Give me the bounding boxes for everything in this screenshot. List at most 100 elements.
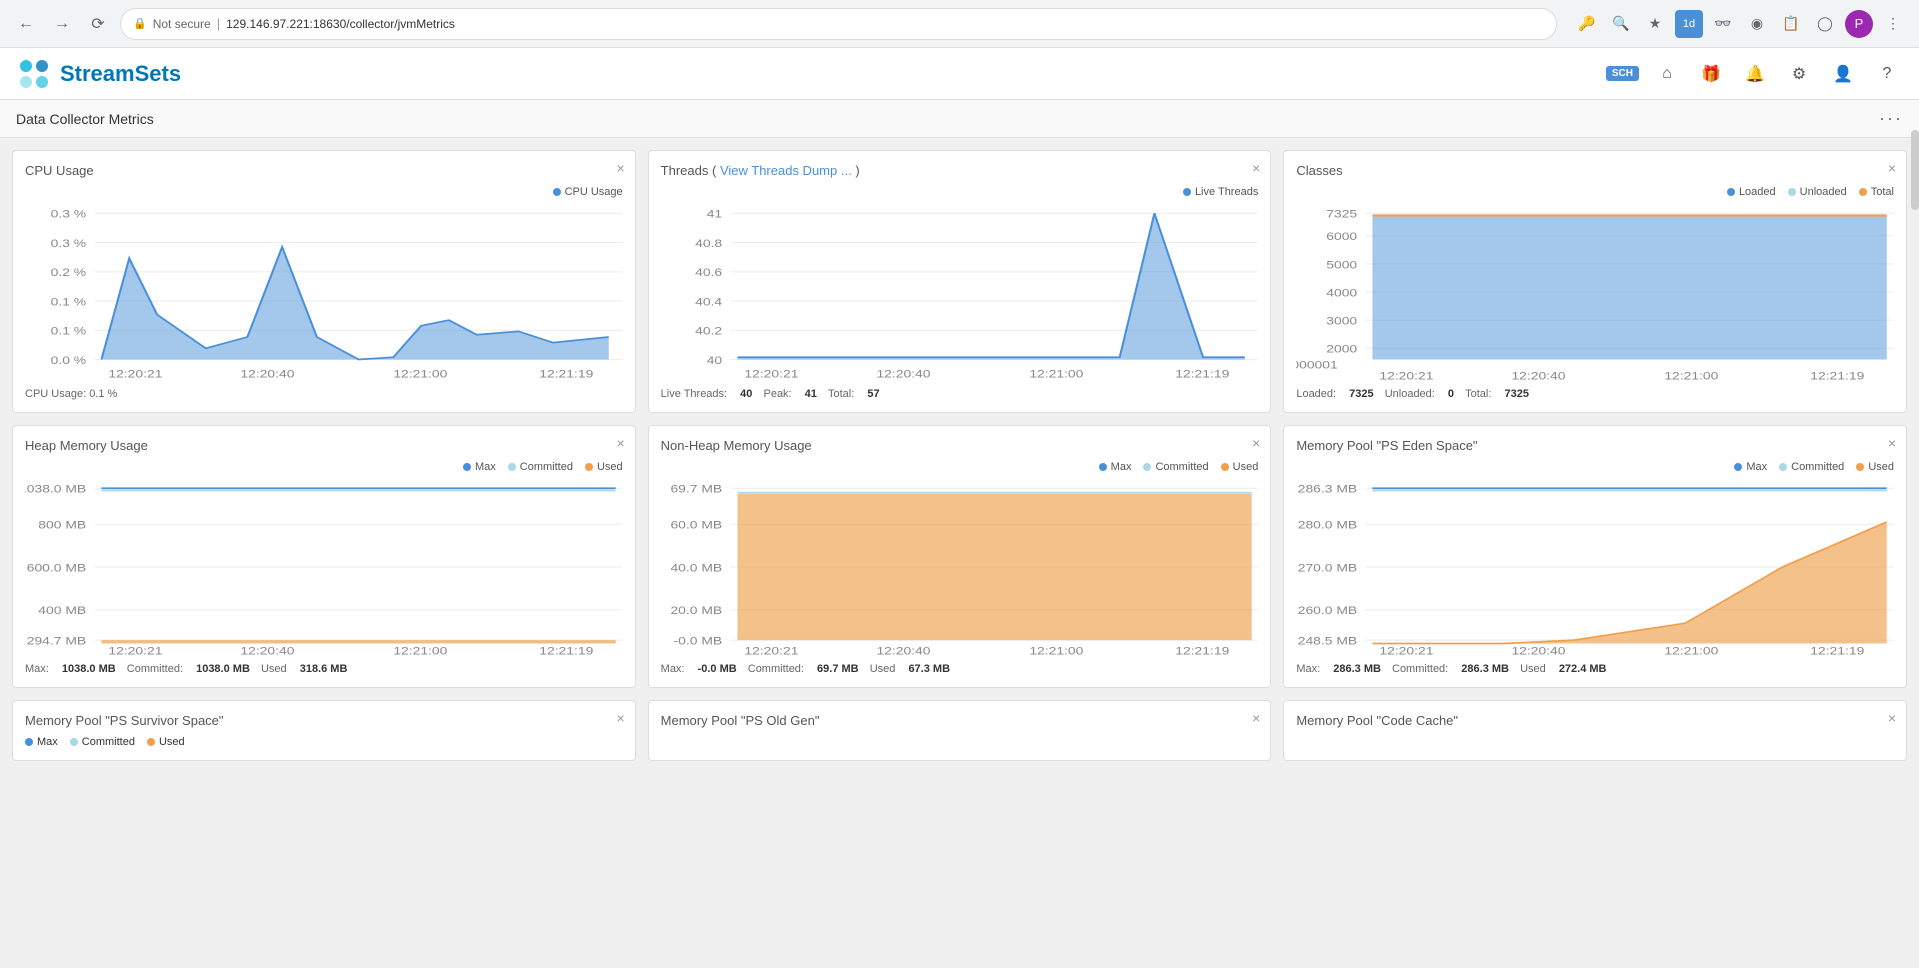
view-threads-dump-link[interactable]: View Threads Dump ...	[720, 163, 852, 178]
heap-memory-card: × Heap Memory Usage Max Committed Used	[12, 425, 636, 688]
sch-badge[interactable]: SCH	[1606, 66, 1639, 81]
svg-text:12:21:19: 12:21:19	[1175, 645, 1229, 657]
main-content: × CPU Usage CPU Usage 0.3 %	[0, 138, 1919, 968]
ps-eden-max-legend: Max	[1734, 461, 1767, 473]
svg-text:12:20:40: 12:20:40	[1512, 370, 1566, 382]
code-cache-close-button[interactable]: ×	[1888, 711, 1896, 725]
svg-text:7325: 7325	[1327, 208, 1358, 220]
classes-close-button[interactable]: ×	[1888, 161, 1896, 175]
ps-eden-max-legend-label: Max	[1746, 461, 1767, 473]
ps-survivor-used-dot	[147, 738, 155, 746]
forward-button[interactable]: →	[48, 10, 76, 38]
notes-btn[interactable]: 📋	[1777, 10, 1805, 38]
classes-total-legend: Total	[1859, 186, 1894, 198]
svg-text:2000: 2000	[1327, 343, 1358, 355]
svg-text:40.4: 40.4	[695, 296, 722, 308]
total-classes-label: Total:	[1465, 388, 1494, 400]
home-icon-btn[interactable]: ⌂	[1651, 58, 1683, 90]
heap-committed-legend: Committed	[508, 461, 573, 473]
total-legend-label: Total	[1871, 186, 1894, 198]
threads-legend-item: Live Threads	[1183, 186, 1258, 198]
svg-text:12:21:19: 12:21:19	[1175, 368, 1229, 380]
heap-used-footer-label: Used	[261, 663, 287, 675]
nonheap-max-legend: Max	[1099, 461, 1132, 473]
glasses-btn[interactable]: 👓	[1709, 10, 1737, 38]
svg-text:248.5 MB: 248.5 MB	[1298, 635, 1357, 647]
help-icon-btn[interactable]: ?	[1871, 58, 1903, 90]
refresh-button[interactable]: ⟳	[84, 10, 112, 38]
search-icon-btn[interactable]: 🔍	[1607, 10, 1635, 38]
cpu-usage-title: CPU Usage	[25, 163, 623, 178]
svg-text:0.1 %: 0.1 %	[51, 296, 87, 308]
unloaded-label: Unloaded:	[1385, 388, 1438, 400]
nonheap-used-footer-value: 67.3 MB	[908, 663, 950, 675]
svg-text:12:20:21: 12:20:21	[1380, 370, 1434, 382]
ps-eden-chart-area: 286.3 MB 280.0 MB 270.0 MB 260.0 MB 248.…	[1296, 477, 1894, 657]
nonheap-committed-legend-label: Committed	[1155, 461, 1208, 473]
nonheap-committed-legend: Committed	[1143, 461, 1208, 473]
total-threads-value: 57	[867, 388, 879, 400]
nonheap-close-button[interactable]: ×	[1252, 436, 1260, 450]
settings-icon-btn[interactable]: ⚙	[1783, 58, 1815, 90]
total-threads-label: Total:	[828, 388, 857, 400]
bell-icon-btn[interactable]: 🔔	[1739, 58, 1771, 90]
cpu-legend-item: CPU Usage	[553, 186, 623, 198]
heap-used-footer-value: 318.6 MB	[300, 663, 348, 675]
threads-chart-svg: 41 40.8 40.6 40.4 40.2 40 12:20:21 12:20…	[661, 202, 1259, 382]
heap-close-button[interactable]: ×	[616, 436, 624, 450]
ps-old-gen-close-button[interactable]: ×	[1252, 711, 1260, 725]
circle-btn[interactable]: ◯	[1811, 10, 1839, 38]
extensions-btn[interactable]: 1d	[1675, 10, 1703, 38]
ps-eden-committed-legend-label: Committed	[1791, 461, 1844, 473]
svg-text:69.7 MB: 69.7 MB	[670, 483, 722, 495]
address-separator: |	[217, 16, 220, 31]
logo[interactable]: StreamSets	[16, 56, 181, 92]
back-button[interactable]: ←	[12, 10, 40, 38]
ps-old-gen-card: × Memory Pool "PS Old Gen"	[648, 700, 1272, 761]
svg-text:0.1 %: 0.1 %	[51, 325, 87, 337]
more-options-button[interactable]: ···	[1879, 108, 1903, 129]
svg-text:12:21:00: 12:21:00	[1665, 370, 1719, 382]
svg-text:12:21:00: 12:21:00	[1029, 645, 1083, 657]
key-icon-btn[interactable]: 🔑	[1573, 10, 1601, 38]
spy-btn[interactable]: ◉	[1743, 10, 1771, 38]
user-icon-btn[interactable]: 👤	[1827, 58, 1859, 90]
cpu-usage-close-button[interactable]: ×	[616, 161, 624, 175]
threads-legend-label: Live Threads	[1195, 186, 1258, 198]
svg-text:-0.0 MB: -0.0 MB	[673, 635, 722, 647]
threads-legend: Live Threads	[661, 186, 1259, 198]
cpu-legend-label: CPU Usage	[565, 186, 623, 198]
address-bar[interactable]: 🔒 Not secure | 129.146.97.221:18630/coll…	[120, 8, 1557, 40]
ps-eden-footer: Max: 286.3 MB Committed: 286.3 MB Used 2…	[1296, 663, 1894, 675]
nonheap-committed-footer-label: Committed:	[748, 663, 807, 675]
ps-survivor-used-label: Used	[159, 736, 185, 748]
nonheap-chart-svg: 69.7 MB 60.0 MB 40.0 MB 20.0 MB -0.0 MB …	[661, 477, 1259, 657]
scrollbar-track[interactable]	[1911, 138, 1919, 530]
nonheap-committed-dot	[1143, 463, 1151, 471]
classes-chart-svg: 7325 6000 5000 4000 3000 2000 000000001 …	[1296, 202, 1894, 382]
ps-eden-committed-footer-label: Committed:	[1392, 663, 1451, 675]
svg-text:20.0 MB: 20.0 MB	[670, 604, 722, 616]
svg-text:0.3 %: 0.3 %	[51, 237, 87, 249]
menu-btn[interactable]: ⋮	[1879, 10, 1907, 38]
svg-text:60.0 MB: 60.0 MB	[670, 519, 722, 531]
heap-legend: Max Committed Used	[25, 461, 623, 473]
total-classes-value: 7325	[1504, 388, 1528, 400]
svg-text:12:21:19: 12:21:19	[539, 368, 593, 380]
cpu-legend: CPU Usage	[25, 186, 623, 198]
browser-chrome: ← → ⟳ 🔒 Not secure | 129.146.97.221:1863…	[0, 0, 1919, 48]
ps-survivor-close-button[interactable]: ×	[616, 711, 624, 725]
live-threads-label: Live Threads:	[661, 388, 731, 400]
svg-text:12:20:21: 12:20:21	[744, 368, 798, 380]
logo-icon	[16, 56, 52, 92]
threads-close-button[interactable]: ×	[1252, 161, 1260, 175]
ps-eden-close-button[interactable]: ×	[1888, 436, 1896, 450]
profile-btn[interactable]: P	[1845, 10, 1873, 38]
peak-label: Peak:	[763, 388, 794, 400]
svg-text:6000: 6000	[1327, 230, 1358, 242]
gift-icon-btn[interactable]: 🎁	[1695, 58, 1727, 90]
star-icon-btn[interactable]: ★	[1641, 10, 1669, 38]
loaded-legend-label: Loaded	[1739, 186, 1776, 198]
scrollbar-thumb[interactable]	[1911, 138, 1919, 210]
classes-card: × Classes Loaded Unloaded Total	[1283, 150, 1907, 413]
